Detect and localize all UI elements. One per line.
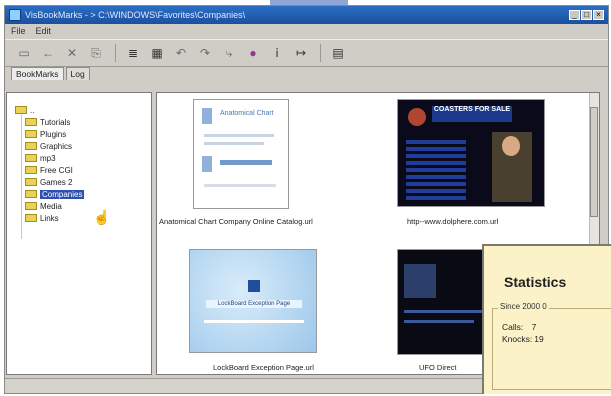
tree-item-label: Graphics (40, 141, 73, 151)
folder-icon (25, 178, 37, 186)
tree-item[interactable]: Free CGI (25, 165, 73, 175)
folder-icon (25, 142, 37, 150)
thumbnail-view-icon[interactable]: ▦ (146, 44, 168, 62)
thumbnail-caption: LockBoard Exception Page.url (213, 363, 314, 372)
thumbnail-graphic (204, 320, 304, 323)
bookmark-thumbnail[interactable]: Anatomical Chart (193, 99, 289, 209)
bookmark-thumbnail[interactable]: LockBoard Exception Page (189, 249, 317, 353)
thumbnail-graphic (248, 280, 260, 292)
toolbar-separator (320, 44, 321, 62)
tree-item[interactable]: Plugins (25, 129, 66, 139)
tree-item-label: Free CGI (40, 165, 73, 175)
globe-icon[interactable]: ● (242, 44, 264, 62)
thumbnail-text: LockBoard Exception Page (206, 300, 302, 308)
tree-item-label: Media (40, 201, 62, 211)
calls-row: Calls: 7 (502, 322, 536, 332)
tab-bookmarks[interactable]: BookMarks (11, 67, 64, 80)
knocks-row: Knocks: 19 (502, 334, 544, 344)
tree-item-selected[interactable]: Companies (25, 189, 85, 199)
thumbnail-caption: http--www.dolphere.com.url (407, 217, 499, 226)
back-icon[interactable]: ← (37, 44, 59, 62)
calls-label: Calls: (502, 322, 524, 332)
tree-item[interactable]: mp3 (25, 153, 56, 163)
folder-icon (15, 106, 27, 114)
tree-item-label: Games 2 (40, 177, 73, 187)
menu-edit[interactable]: Edit (36, 26, 52, 36)
thumbnail-graphic (202, 156, 212, 172)
tree-item[interactable]: Games 2 (25, 177, 72, 187)
folder-icon (25, 118, 37, 126)
toolbar-separator (115, 44, 116, 62)
thumbnail-graphic (204, 142, 264, 145)
thumbnail-graphic (404, 310, 488, 313)
toolbar: ▭ ← ✕ ⎘ ≣ ▦ ↶ ↷ ⤷ ● ⅰ ↦ ▤ (5, 39, 608, 67)
title-bar[interactable]: VisBookMarks - > C:\WINDOWS\Favorites\Co… (5, 6, 608, 24)
thumbnail-graphic (406, 140, 466, 200)
folder-icon (25, 214, 37, 222)
thumbnail-graphic (404, 264, 436, 298)
window-title: VisBookMarks - > C:\WINDOWS\Favorites\Co… (25, 10, 246, 20)
arrow-icon[interactable]: ↦ (290, 44, 312, 62)
tree-item[interactable]: .. (15, 105, 34, 115)
tree-item-label: Tutorials (40, 117, 71, 127)
folder-icon (25, 202, 37, 210)
tree-item[interactable]: Graphics (25, 141, 72, 151)
thumbnail-text: Anatomical Chart (220, 110, 274, 117)
folder-icon (25, 190, 37, 198)
statistics-group (492, 308, 611, 390)
redo-icon[interactable]: ↷ (194, 44, 216, 62)
bookmark-thumbnail[interactable]: COASTERS FOR SALE (397, 99, 545, 207)
folder-icon (25, 166, 37, 174)
tab-row: BookMarks Log (5, 66, 608, 80)
delete-icon[interactable]: ✕ (61, 44, 83, 62)
calls-value: 7 (531, 322, 537, 332)
thumbnail-text: COASTERS FOR SALE (432, 106, 512, 122)
app-icon (9, 9, 21, 21)
thumbnail-graphic (204, 184, 276, 187)
knocks-value: 19 (534, 334, 544, 344)
thumbnail-graphic (204, 134, 274, 137)
tab-log[interactable]: Log (65, 67, 90, 80)
scrollbar-thumb[interactable] (590, 107, 598, 217)
tree-item-label: Plugins (40, 129, 67, 139)
folder-icon (25, 154, 37, 162)
list-view-icon[interactable]: ≣ (122, 44, 144, 62)
tree-item-label: Links (40, 213, 59, 223)
link-icon[interactable]: ⤷ (218, 44, 240, 62)
minimize-button[interactable]: _ (569, 10, 580, 20)
thumbnail-graphic (502, 136, 520, 156)
menu-bar: File Edit (5, 24, 608, 38)
thumbnail-caption: UFO Direct (419, 363, 457, 372)
copy-icon[interactable]: ⎘ (85, 44, 107, 62)
tree-item-label: .. (30, 105, 35, 115)
folder-icon (25, 130, 37, 138)
thumbnail-graphic (220, 160, 272, 165)
menu-file[interactable]: File (11, 26, 26, 36)
statistics-window: Statistics Since 2000 0 Calls: 7 Knocks:… (482, 244, 611, 394)
hand-cursor-icon: ☝ (93, 209, 111, 225)
statistics-since: Since 2000 0 (498, 302, 549, 311)
new-icon[interactable]: ▭ (13, 44, 35, 62)
thumbnail-caption: Anatomical Chart Company Online Catalog.… (159, 217, 313, 226)
maximize-button[interactable]: □ (581, 10, 592, 20)
settings-icon[interactable]: ▤ (327, 44, 349, 62)
folder-tree: .. Tutorials Plugins Graphics mp3 Free C… (6, 92, 152, 375)
thumbnail-graphic (404, 320, 474, 323)
tree-item[interactable]: Media (25, 201, 62, 211)
tree-item-label: mp3 (40, 153, 56, 163)
tree-item[interactable]: Tutorials (25, 117, 70, 127)
knocks-label: Knocks: (502, 334, 533, 344)
tree-item-label: Companies (40, 189, 85, 199)
close-button[interactable]: × (593, 10, 604, 20)
thumbnail-graphic (408, 108, 426, 126)
info-icon[interactable]: ⅰ (266, 44, 288, 62)
undo-icon[interactable]: ↶ (170, 44, 192, 62)
tree-item[interactable]: Links (25, 213, 59, 223)
tree-connector (21, 107, 22, 239)
thumbnail-graphic (202, 108, 212, 124)
statistics-title: Statistics (504, 274, 567, 290)
